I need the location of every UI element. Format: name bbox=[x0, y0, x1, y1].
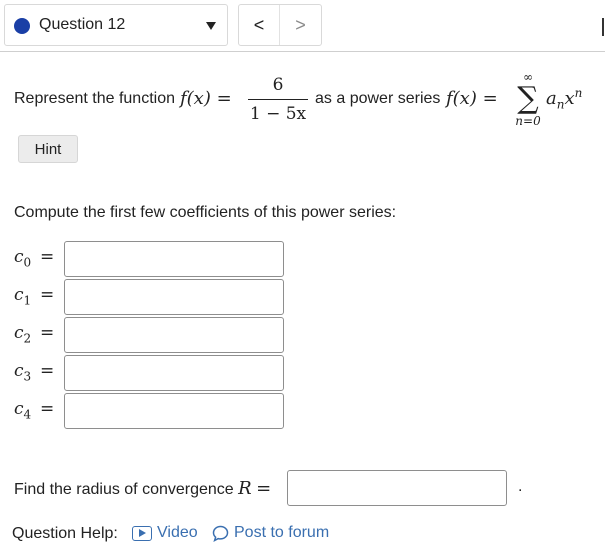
coefficient-symbol: c bbox=[14, 323, 24, 343]
coefficient-index: 3 bbox=[23, 369, 32, 384]
coefficient-input-c1[interactable] bbox=[64, 279, 284, 315]
coefficient-label: c2 bbox=[14, 323, 31, 345]
question-select[interactable]: Question 12 bbox=[4, 4, 228, 46]
series-function-notation: f(x) = bbox=[446, 88, 498, 109]
coefficient-label: c0 bbox=[14, 247, 31, 269]
video-link-label: Video bbox=[157, 524, 198, 541]
term-exponent: n bbox=[574, 86, 583, 100]
question-status-dot bbox=[14, 18, 30, 34]
summation: ∞ ∑ n=0 bbox=[510, 70, 546, 128]
video-icon bbox=[132, 525, 152, 541]
radius-variable: R bbox=[238, 478, 252, 499]
radius-prompt-text: Find the radius of convergence bbox=[14, 481, 234, 498]
equals-sign: = bbox=[40, 285, 55, 305]
function-fraction: 6 1 − 5x bbox=[248, 74, 308, 125]
coefficients-instruction: Compute the first few coefficients of th… bbox=[14, 204, 397, 221]
equals-sign: = bbox=[40, 323, 55, 343]
next-question-button[interactable]: > bbox=[280, 5, 321, 45]
coefficient-row-c4: c4 = bbox=[14, 393, 294, 429]
scroll-edge-marker bbox=[602, 18, 604, 36]
question-nav-buttons: < > bbox=[238, 4, 322, 46]
coefficient-symbol: c bbox=[14, 285, 24, 305]
post-to-forum-label: Post to forum bbox=[234, 524, 330, 541]
coefficient-input-c4[interactable] bbox=[64, 393, 284, 429]
coefficient-index: 0 bbox=[23, 255, 32, 270]
sum-lower-limit: n=0 bbox=[515, 114, 541, 128]
question-select-label: Question 12 bbox=[39, 16, 126, 33]
coefficient-label: c1 bbox=[14, 285, 31, 307]
coefficient-index: 2 bbox=[23, 331, 32, 346]
equals-sign: = bbox=[40, 361, 55, 381]
question-help-label: Question Help: bbox=[12, 525, 118, 542]
term-coefficient: a bbox=[546, 88, 557, 109]
problem-prompt-prefix: Represent the function bbox=[14, 90, 175, 107]
fraction-numerator: 6 bbox=[272, 75, 284, 95]
equals-sign: = bbox=[40, 399, 55, 419]
coefficient-row-c2: c2 = bbox=[14, 317, 294, 353]
function-notation: f(x) = bbox=[180, 88, 232, 109]
coefficient-input-c3[interactable] bbox=[64, 355, 284, 391]
coefficient-symbol: c bbox=[14, 247, 24, 267]
video-link[interactable]: Video bbox=[132, 524, 198, 542]
series-term: anxn bbox=[546, 86, 582, 112]
radius-prompt: Find the radius of convergence R = bbox=[14, 478, 271, 499]
coefficient-label: c4 bbox=[14, 399, 31, 421]
post-to-forum-link[interactable]: Post to forum bbox=[212, 524, 329, 542]
coefficient-symbol: c bbox=[14, 361, 24, 381]
coefficient-row-c3: c3 = bbox=[14, 355, 294, 391]
equals-sign: = bbox=[256, 478, 272, 499]
equals-sign: = bbox=[40, 247, 55, 267]
coefficient-index: 4 bbox=[23, 407, 32, 422]
chevron-down-icon bbox=[206, 22, 216, 30]
fraction-denominator: 1 − 5x bbox=[249, 104, 307, 124]
coefficient-row-c0: c0 = bbox=[14, 241, 294, 277]
coefficient-label: c3 bbox=[14, 361, 31, 383]
coefficient-row-c1: c1 = bbox=[14, 279, 294, 315]
question-nav-bar: Question 12 < > bbox=[0, 0, 605, 52]
fraction-bar bbox=[248, 99, 308, 100]
problem-prompt-middle: as a power series bbox=[315, 90, 441, 107]
trailing-period: . bbox=[518, 478, 523, 495]
term-variable: x bbox=[564, 88, 575, 109]
sigma-icon: ∑ bbox=[517, 81, 539, 116]
radius-input[interactable] bbox=[287, 470, 507, 506]
coefficient-index: 1 bbox=[23, 293, 32, 308]
coefficient-input-c0[interactable] bbox=[64, 241, 284, 277]
chat-bubble-icon bbox=[212, 525, 229, 542]
coefficient-input-c2[interactable] bbox=[64, 317, 284, 353]
prev-question-button[interactable]: < bbox=[239, 5, 281, 45]
hint-button[interactable]: Hint bbox=[18, 135, 78, 163]
coefficient-symbol: c bbox=[14, 399, 24, 419]
